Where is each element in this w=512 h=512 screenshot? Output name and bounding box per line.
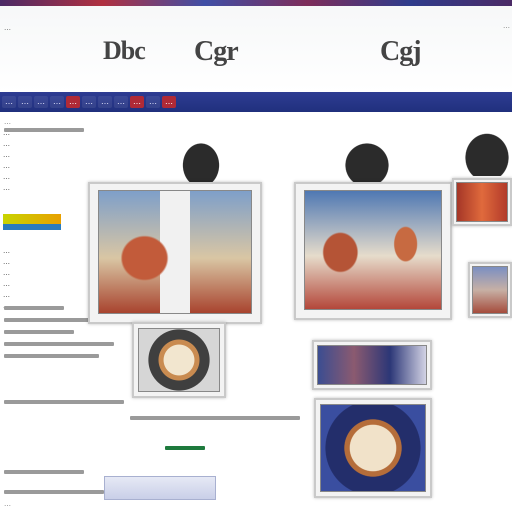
sidebar-link-7[interactable]: … bbox=[0, 246, 86, 257]
product-card-3[interactable] bbox=[452, 178, 512, 226]
bottom-banner[interactable] bbox=[104, 476, 216, 500]
nav-item-1[interactable]: … bbox=[2, 96, 16, 108]
nav-item-6[interactable]: … bbox=[82, 96, 96, 108]
sidebar-link-3[interactable]: … bbox=[0, 150, 86, 161]
nav-item-8[interactable]: … bbox=[114, 96, 128, 108]
nav-item-11[interactable]: … bbox=[162, 96, 176, 108]
logo-1[interactable]: Dbc bbox=[103, 36, 146, 66]
product-image[interactable] bbox=[98, 190, 252, 314]
sidebar-link-9[interactable]: … bbox=[0, 268, 86, 279]
product-card-4[interactable] bbox=[468, 262, 512, 318]
sidebar-link-2[interactable]: … bbox=[0, 139, 86, 150]
footer-note: … bbox=[4, 500, 11, 508]
site-header bbox=[0, 0, 512, 92]
nav-item-3[interactable]: … bbox=[34, 96, 48, 108]
logo-3[interactable]: Cgj bbox=[380, 36, 422, 68]
product-image[interactable] bbox=[304, 190, 442, 310]
text-line bbox=[4, 306, 64, 310]
text-line bbox=[4, 354, 99, 358]
nav-item-10[interactable]: … bbox=[146, 96, 160, 108]
cap-image-1 bbox=[180, 140, 222, 182]
product-card-6[interactable] bbox=[312, 340, 432, 390]
text-line bbox=[4, 330, 74, 334]
sidebar-badge[interactable] bbox=[3, 214, 61, 224]
logo-2[interactable]: Cgr bbox=[194, 36, 239, 68]
breadcrumb[interactable]: … bbox=[4, 118, 304, 126]
sidebar-link-6[interactable]: … bbox=[0, 183, 86, 194]
text-line bbox=[4, 128, 84, 132]
main-nav: … … … … … … … … … … … bbox=[0, 92, 512, 112]
text-line bbox=[4, 490, 104, 494]
sidebar-link-5[interactable]: … bbox=[0, 172, 86, 183]
product-card-1[interactable] bbox=[88, 182, 262, 324]
site-title[interactable]: … bbox=[4, 24, 144, 36]
text-line bbox=[165, 446, 205, 450]
product-image[interactable] bbox=[138, 328, 220, 392]
text-line bbox=[4, 318, 94, 322]
text-line bbox=[4, 400, 124, 404]
sidebar-link-11[interactable]: … bbox=[0, 290, 86, 301]
nav-item-4[interactable]: … bbox=[50, 96, 64, 108]
product-image[interactable] bbox=[472, 266, 508, 314]
product-image[interactable] bbox=[317, 345, 427, 385]
cap-image-3 bbox=[462, 130, 512, 176]
nav-item-2[interactable]: … bbox=[18, 96, 32, 108]
sidebar-link-10[interactable]: … bbox=[0, 279, 86, 290]
product-card-2[interactable] bbox=[294, 182, 452, 320]
nav-item-7[interactable]: … bbox=[98, 96, 112, 108]
header-right-text: … bbox=[503, 22, 510, 30]
top-color-strip bbox=[0, 0, 512, 6]
cap-image-2 bbox=[342, 140, 392, 182]
nav-item-5[interactable]: … bbox=[66, 96, 80, 108]
nav-item-9[interactable]: … bbox=[130, 96, 144, 108]
sidebar-link-4[interactable]: … bbox=[0, 161, 86, 172]
sidebar-badge-bar bbox=[3, 224, 61, 230]
product-image[interactable] bbox=[320, 404, 426, 492]
product-card-7[interactable] bbox=[314, 398, 432, 498]
product-card-5[interactable] bbox=[132, 322, 226, 398]
text-line bbox=[4, 342, 114, 346]
text-line bbox=[4, 470, 84, 474]
sidebar-link-8[interactable]: … bbox=[0, 257, 86, 268]
text-line bbox=[130, 416, 300, 420]
product-image[interactable] bbox=[456, 182, 508, 222]
